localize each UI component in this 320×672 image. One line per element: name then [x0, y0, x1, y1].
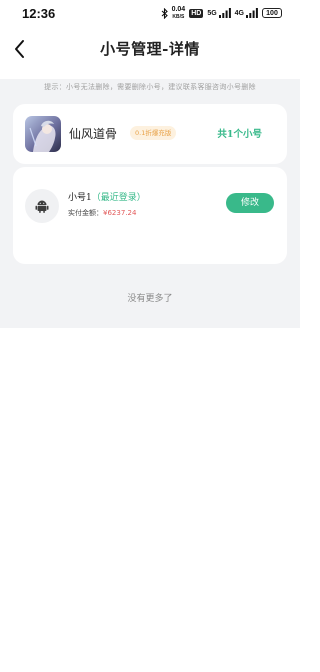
bluetooth-icon	[161, 7, 168, 19]
account-name: 小号1	[68, 193, 92, 203]
signal-type-1: 5G	[207, 9, 217, 17]
edit-button[interactable]: 修改	[226, 193, 274, 213]
network-speed-unit: KB/S	[172, 13, 185, 20]
nav-bar: 小号管理-详情	[0, 28, 300, 72]
signal-type-2: 4G	[234, 9, 244, 17]
hd-badge: HD	[189, 8, 204, 18]
game-card: 仙风道骨 0.1折爆充版 共1个小号	[13, 104, 287, 164]
battery-icon: 100	[262, 8, 282, 18]
game-tag: 0.1折爆充版	[130, 126, 177, 140]
no-more-text: 没有更多了	[127, 294, 173, 304]
game-name: 仙风道骨	[69, 127, 118, 141]
hint-text: 提示：小号无法删除，需要删除小号，建议联系客服咨询小号删除	[44, 83, 256, 91]
account-count: 共1个小号	[217, 129, 262, 140]
android-icon	[25, 189, 59, 223]
page-title: 小号管理-详情	[100, 40, 200, 58]
signal-icon	[218, 8, 231, 18]
spend-value: ¥6237.24	[103, 209, 137, 217]
account-spend: 实付金额：¥6237.24	[68, 208, 136, 218]
spend-label: 实付金额：	[68, 209, 103, 217]
account-card: 小号1（最近登录） 实付金额：¥6237.24 修改	[13, 167, 287, 264]
account-status: （最近登录）	[91, 193, 146, 203]
account-title: 小号1（最近登录）	[68, 190, 146, 203]
network-speed-value: 0.04	[171, 5, 186, 13]
content-area: 提示：小号无法删除，需要删除小号，建议联系客服咨询小号删除 仙风道骨 0.1折爆	[0, 79, 300, 328]
battery-level: 100	[266, 9, 278, 17]
status-icons: 0.04 KB/S HD 5G 4G 100	[161, 6, 282, 20]
status-time: 12:36	[22, 6, 56, 21]
status-bar: 12:36 0.04 KB/S HD 5G 4G 100	[0, 0, 300, 28]
signal-icon-2	[246, 8, 258, 18]
game-thumbnail	[25, 116, 61, 152]
network-speed: 0.04 KB/S	[172, 6, 186, 21]
